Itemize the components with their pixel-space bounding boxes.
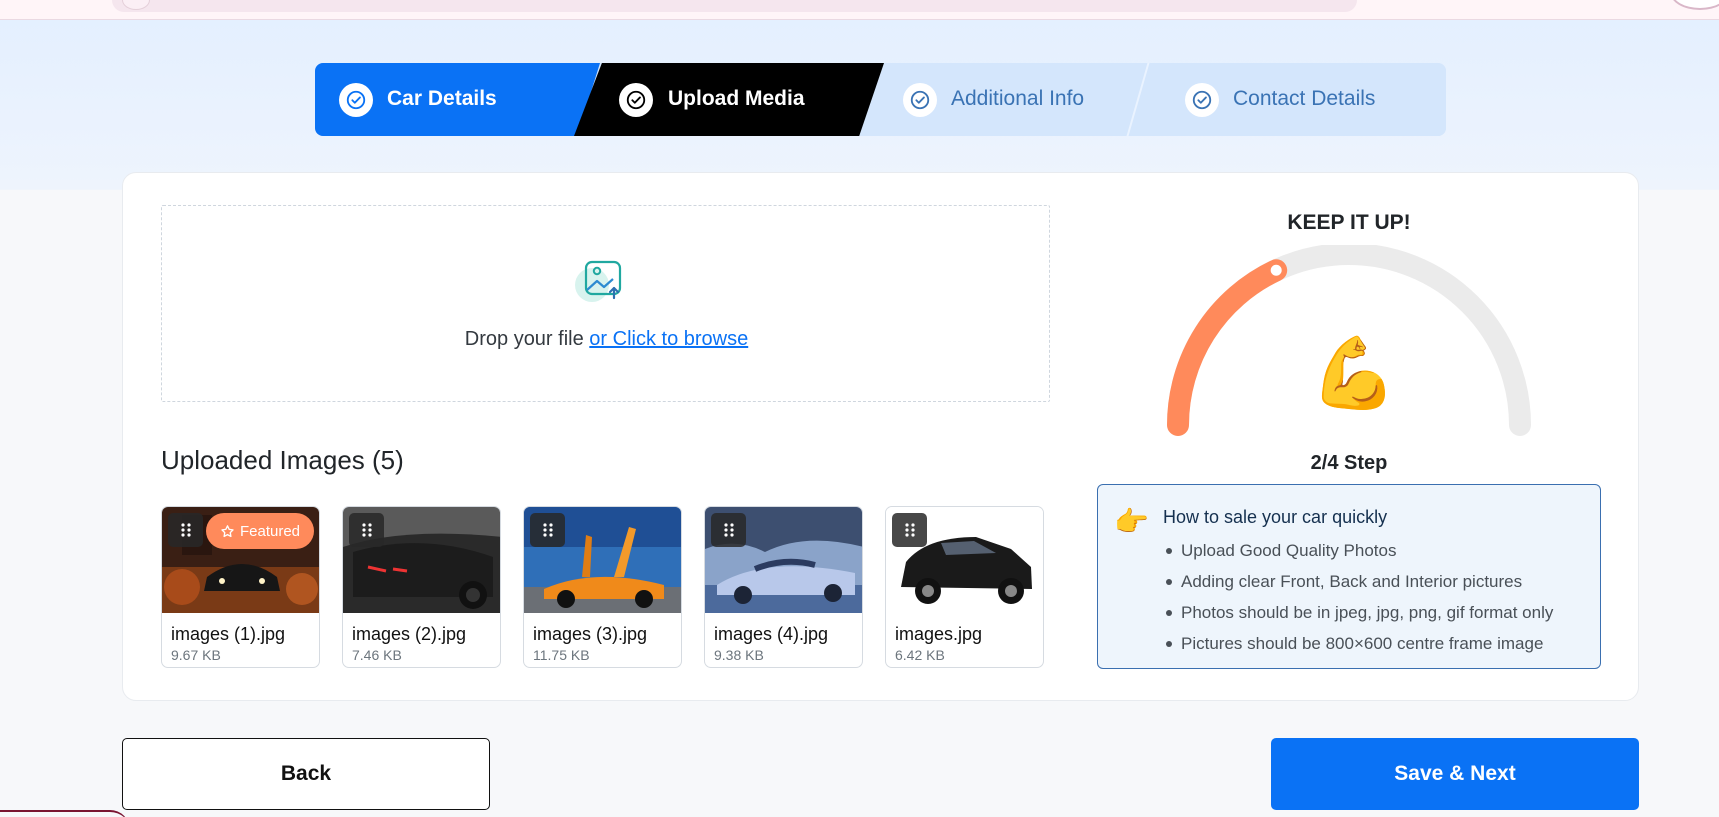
progress-stepper: Contact Details Additional Info Car Deta… — [315, 63, 1446, 136]
image-card[interactable]: images (2).jpg 7.46 KB — [342, 506, 501, 668]
image-filename: images.jpg — [895, 624, 983, 644]
tip-item: Upload Good Quality Photos — [1165, 535, 1553, 566]
image-filesize: 11.75 KB — [533, 647, 590, 663]
search-icon — [122, 0, 150, 10]
back-button[interactable]: Back — [122, 738, 490, 810]
image-filename: images (4).jpg — [714, 624, 829, 644]
check-circle-icon — [619, 83, 653, 117]
image-upload-icon — [575, 260, 622, 302]
pointing-hand-icon: 👉 — [1114, 506, 1149, 537]
image-filesize: 9.67 KB — [171, 647, 221, 663]
gauge-progress-arc — [1167, 259, 1288, 436]
step-count: 2/4 Step — [1310, 452, 1388, 474]
drag-handle-icon[interactable] — [711, 513, 746, 547]
image-filename: images (2).jpg — [352, 624, 467, 644]
search-bar[interactable] — [112, 0, 1357, 12]
save-next-button[interactable]: Save & Next — [1271, 738, 1639, 810]
keep-it-up-heading: KEEP IT UP! — [1287, 211, 1411, 234]
featured-label: Featured — [239, 522, 301, 540]
drag-handle-icon[interactable] — [168, 513, 203, 547]
featured-badge[interactable]: Featured — [206, 513, 314, 549]
tips-list: Upload Good Quality Photos Adding clear … — [1165, 535, 1553, 659]
dropzone-text: Drop your file or Click to browse — [162, 328, 1051, 351]
step-additional-info[interactable]: Additional Info — [855, 63, 1165, 136]
image-card[interactable]: images.jpg 6.42 KB — [885, 506, 1044, 668]
step-car-details[interactable]: Car Details — [315, 63, 600, 136]
drag-handle-icon[interactable] — [892, 513, 927, 547]
step-label: Car Details — [387, 87, 497, 110]
image-filesize: 7.46 KB — [352, 647, 402, 663]
drag-handle-icon[interactable] — [349, 513, 384, 547]
footer-decoration — [0, 810, 130, 817]
browse-link[interactable]: or Click to browse — [589, 328, 748, 350]
tips-box: 👉 How to sale your car quickly Upload Go… — [1097, 484, 1601, 669]
top-header — [0, 0, 1719, 20]
dropzone-label: Drop your file — [464, 328, 590, 350]
tips-title: How to sale your car quickly — [1163, 507, 1388, 527]
image-filesize: 9.38 KB — [714, 647, 764, 663]
drag-handle-icon[interactable] — [530, 513, 565, 547]
check-circle-icon — [1185, 83, 1219, 117]
gauge-knob — [1267, 261, 1285, 279]
image-card[interactable]: images (4).jpg 9.38 KB — [704, 506, 863, 668]
image-filesize: 6.42 KB — [895, 647, 945, 663]
file-dropzone[interactable]: Drop your file or Click to browse — [161, 205, 1050, 402]
check-circle-icon — [903, 83, 937, 117]
step-label: Contact Details — [1233, 87, 1376, 110]
check-circle-icon — [339, 83, 373, 117]
avatar[interactable] — [1670, 0, 1719, 10]
image-card[interactable]: images (3).jpg 11.75 KB — [523, 506, 682, 668]
uploaded-images-title: Uploaded Images (5) — [161, 445, 404, 475]
star-icon — [221, 524, 234, 537]
step-upload-media[interactable]: Upload Media — [574, 63, 884, 136]
image-card[interactable]: Featured images (1).jpg 9.67 KB — [161, 506, 320, 668]
tip-item: Pictures should be 800×600 centre frame … — [1165, 628, 1553, 659]
image-filename: images (1).jpg — [171, 624, 286, 644]
step-label: Upload Media — [668, 87, 805, 110]
tip-item: Photos should be in jpeg, jpg, png, gif … — [1165, 597, 1553, 628]
step-contact-details[interactable]: Contact Details — [1137, 63, 1446, 136]
flexed-biceps-icon: 💪 — [1310, 334, 1398, 412]
step-label: Additional Info — [951, 87, 1085, 110]
image-filename: images (3).jpg — [533, 624, 648, 644]
tip-item: Adding clear Front, Back and Interior pi… — [1165, 566, 1553, 597]
